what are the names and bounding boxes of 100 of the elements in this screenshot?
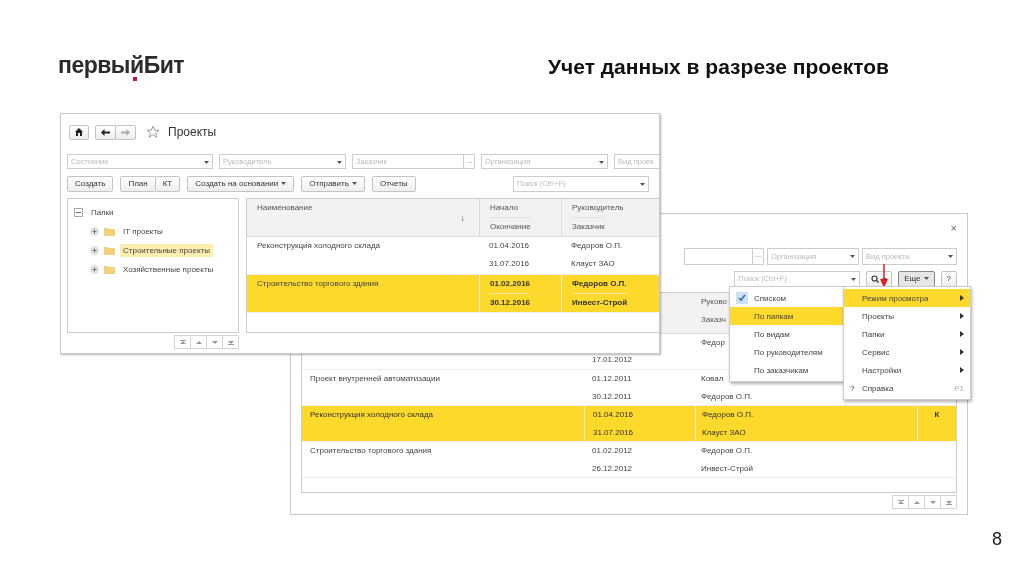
column-header[interactable]: Наименование: [257, 199, 313, 217]
arrow-down-icon: [929, 499, 936, 505]
table-cell-text: Федоров О.П.: [701, 445, 753, 457]
caret-icon: [599, 161, 604, 164]
column-header[interactable]: Заказч: [701, 311, 726, 329]
table-cell-text: Проект внутренней автоматизации: [310, 373, 440, 385]
nav-button[interactable]: [940, 495, 957, 509]
table-cell-text: Строительство торгового здания: [310, 445, 432, 457]
table-cell: Инвест-Строй: [572, 293, 628, 312]
status-mark: К: [934, 409, 940, 421]
submenu-arrow-icon: [960, 349, 964, 355]
caret-icon: [640, 182, 645, 186]
table-cell-text: 30.12.2011: [592, 391, 632, 403]
window-title: Проекты: [168, 125, 217, 139]
column-header[interactable]: Окончание: [490, 217, 531, 236]
logo-mark-icon: [133, 77, 137, 81]
menu-item[interactable]: По папкам: [730, 307, 844, 325]
sort-arrow[interactable]: ↓: [460, 213, 465, 223]
table-cell-text: Ковал: [701, 373, 724, 385]
toolbar-button[interactable]: КТ: [154, 175, 181, 192]
expander-icon[interactable]: [74, 208, 83, 217]
home-button[interactable]: [69, 124, 89, 140]
arrow-up-icon: [179, 339, 186, 345]
help-button[interactable]: ?: [940, 270, 957, 287]
table-cell-text: Реконструкция холодного склада: [310, 409, 433, 421]
menu-item[interactable]: Сервис: [844, 343, 970, 361]
toolbar-button[interactable]: Создать: [67, 175, 114, 192]
table-cell-text: 01.02.2012: [592, 445, 633, 457]
home-icon: [75, 128, 83, 136]
table-cell-text: 31.07.2016: [489, 258, 530, 270]
table-cell-text: 01.12.2011: [592, 373, 632, 385]
column-header[interactable]: Руково: [701, 293, 727, 311]
table-cell-text: Инвест-Строй: [701, 463, 753, 475]
table-cell-text: Строительство торгового здания: [257, 278, 379, 290]
caret-icon: [281, 182, 287, 185]
arrow-right-icon: [121, 128, 130, 136]
column-header[interactable]: Начало: [490, 199, 518, 217]
table-cell-text: Реконструкция холодного склада: [257, 240, 380, 252]
table-cell-text: 01.02.2016: [490, 278, 531, 290]
submenu-arrow-icon: [960, 313, 964, 319]
submenu-arrow-icon: [960, 367, 964, 373]
caret-icon: [923, 277, 929, 280]
table-row[interactable]: Строительство торгового здания 01.02.2016 30.12.2016 Федоров О.П. Инвест-Строй: [247, 275, 659, 313]
tree-item[interactable]: IT проекты: [120, 225, 166, 238]
column-header[interactable]: Руководитель: [572, 199, 624, 217]
star-icon[interactable]: [146, 125, 160, 139]
table-row[interactable]: Строительство торгового здания 01.02.2012 26.12.2012 Федоров О.П. Инвест-Строй: [302, 442, 956, 478]
toolbar-button[interactable]: Отправить: [301, 175, 365, 192]
caret-icon: [948, 255, 953, 258]
arrow-up-icon: [195, 339, 202, 345]
table-cell-text: Федоров О.П.: [572, 278, 627, 290]
folder-icon: [104, 265, 115, 274]
caret-icon: [851, 277, 857, 281]
arrow-down-icon: [227, 339, 234, 345]
arrow-up-icon: [913, 499, 920, 505]
slide-title: Учет данных в разрезе проектов: [548, 55, 889, 79]
arrow-icon: [880, 264, 888, 288]
menu-item[interactable]: По руководителям: [730, 343, 844, 361]
submenu-arrow-icon: [960, 331, 964, 337]
toolbar-button[interactable]: Создать на основании: [187, 175, 295, 192]
submenu-arrow-icon: [960, 295, 964, 301]
table-cell-text: 01.04.2016: [489, 240, 530, 252]
table-cell-text: Клауст ЗАО: [571, 258, 615, 270]
table-cell-text: Федоров О.П.: [701, 391, 753, 403]
column-header[interactable]: Заказчик: [572, 217, 605, 236]
toolbar-button[interactable]: План: [120, 175, 156, 192]
table-cell-text: 31.07.2016: [593, 427, 634, 439]
back-button[interactable]: [95, 124, 116, 140]
caret-icon: [204, 161, 209, 164]
caret-icon: [351, 182, 357, 185]
tree-item[interactable]: Строительные проекты: [120, 244, 213, 257]
toolbar-button[interactable]: Отчеты: [371, 175, 416, 192]
arrow-left-icon: [101, 128, 110, 136]
arrow-up-icon: [897, 499, 904, 505]
menu-item[interactable]: Проекты: [844, 307, 970, 325]
table-cell-text: Федоров О.П.: [702, 409, 754, 421]
arrow-down-icon: [945, 499, 952, 505]
table-row[interactable]: Реконструкция холодного склада 01.04.2016 31.07.2016 Федоров О.П. Клауст ЗАО К: [302, 406, 956, 442]
page-number: 8: [992, 529, 1002, 550]
more-button[interactable]: Еще: [898, 270, 935, 287]
table-cell-text: Федор: [701, 337, 725, 349]
caret-icon: [337, 161, 342, 164]
caret-icon: [850, 255, 855, 258]
input-field[interactable]: ...: [684, 248, 764, 265]
table-cell-text: 26.12.2012: [592, 463, 633, 475]
tree-item[interactable]: Хозяйственные проекты: [120, 263, 217, 276]
arrow-down-icon: [211, 339, 218, 345]
menu-item[interactable]: Папки: [844, 325, 970, 343]
folder-icon: [104, 227, 115, 236]
table-cell: 30.12.2016: [490, 293, 531, 312]
table-cell-text: 01.04.2016: [593, 409, 634, 421]
logo: первыйБит: [58, 54, 185, 76]
menu-item[interactable]: Списком: [730, 289, 844, 307]
table-cell-text: Клауст ЗАО: [702, 427, 746, 439]
folder-icon: [104, 246, 115, 255]
menu-item[interactable]: Режим просмотра: [844, 289, 970, 307]
close-button[interactable]: ×: [950, 222, 957, 234]
menu-item[interactable]: По видам: [730, 325, 844, 343]
nav-button[interactable]: [222, 335, 239, 349]
tree-item[interactable]: Папки: [74, 203, 232, 222]
